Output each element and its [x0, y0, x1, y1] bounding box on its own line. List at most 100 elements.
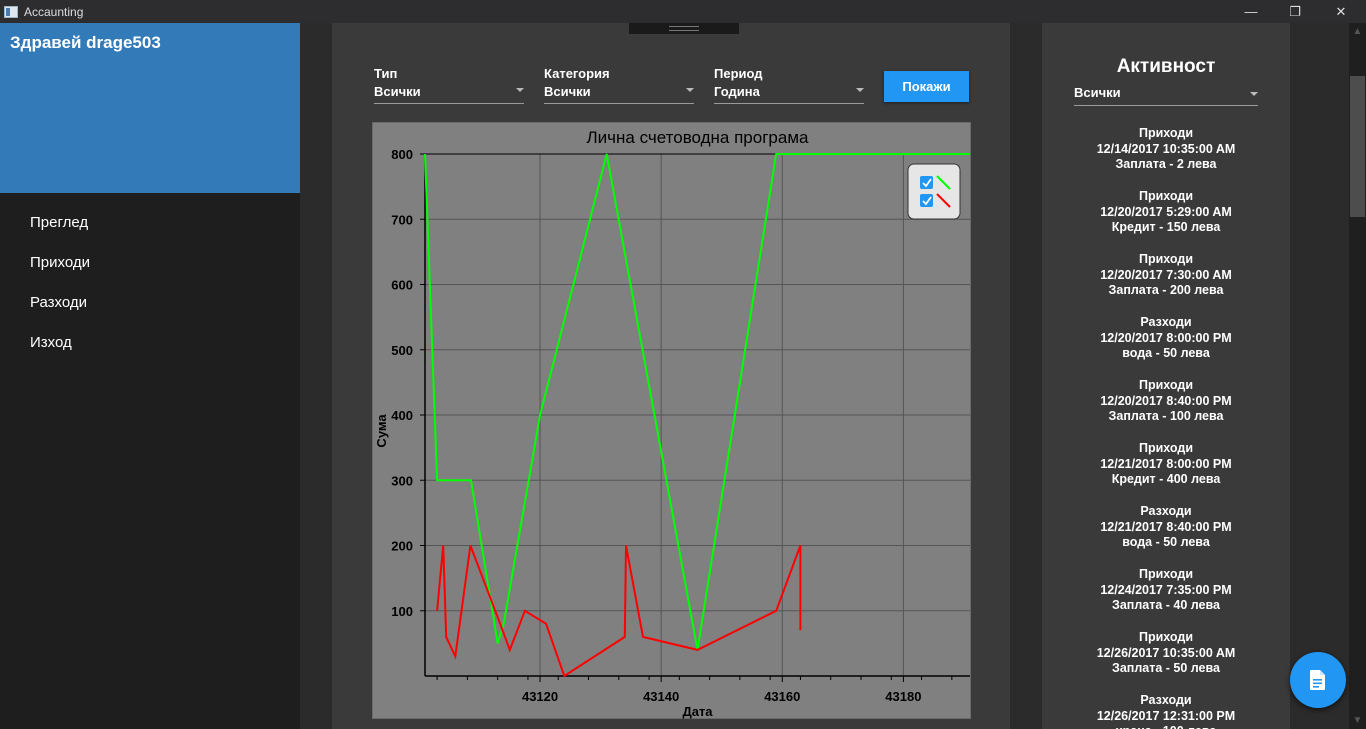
activity-item-desc: Заплата - 50 лева — [1112, 661, 1220, 676]
y-tick-label: 400 — [391, 408, 413, 423]
y-tick-label: 700 — [391, 212, 413, 227]
x-tick-label: 43180 — [885, 689, 921, 704]
activity-item: Разходи12/26/2017 12:31:00 PMхрана - 100… — [1042, 693, 1290, 729]
window-titlebar: Accaunting — ❐ ✕ — [0, 0, 1366, 23]
sidebar-item-expenses[interactable]: Разходи — [0, 283, 300, 323]
activity-panel: Активност Всички Приходи 12/14/2017 10:35… — [1042, 23, 1290, 729]
legend-checkbox-0 — [920, 176, 933, 189]
activity-item-desc: храна - 100 лева — [1042, 724, 1290, 729]
scroll-up-icon[interactable]: ▲ — [1349, 23, 1366, 40]
sidebar-item-overview[interactable]: Преглед — [0, 203, 300, 243]
activity-title: Активност — [1116, 56, 1216, 77]
chevron-down-icon — [1250, 92, 1258, 96]
y-tick-label: 100 — [391, 604, 413, 619]
activity-item-type: Приходи — [1138, 441, 1194, 455]
maximize-button[interactable]: ❐ — [1272, 0, 1318, 23]
greeting-text: Здравей drage503 — [10, 33, 161, 52]
activity-filter-select[interactable]: Всички — [1074, 84, 1258, 106]
activity-item-desc: Заплата - 40 лева — [1112, 598, 1220, 613]
category-filter[interactable]: Категория Всички — [544, 66, 694, 110]
activity-item-date: 12/26/2017 10:35:00 AM — [1096, 645, 1236, 660]
x-tick-label: 43140 — [643, 689, 679, 704]
chevron-down-icon — [516, 88, 524, 92]
activity-item-date: 12/21/2017 8:40:00 PM — [1100, 519, 1232, 534]
app-icon — [4, 5, 18, 18]
drawer-grip-handle[interactable] — [629, 23, 739, 34]
activity-item-date: 12/20/2017 8:00:00 PM — [1100, 330, 1232, 345]
sidebar-header: Здравей drage503 — [0, 23, 300, 193]
y-tick-label: 200 — [391, 539, 413, 554]
close-button[interactable]: ✕ — [1318, 0, 1364, 23]
period-filter-select[interactable]: Година — [714, 82, 864, 104]
type-filter[interactable]: Тип Всички — [374, 66, 524, 110]
y-tick-label: 300 — [391, 473, 413, 488]
activity-item-desc: Заплата - 2 лева — [1115, 157, 1217, 172]
activity-item-date: 12/21/2017 8:00:00 PM — [1100, 456, 1232, 471]
type-filter-select[interactable]: Всички — [374, 82, 524, 104]
activity-item-type: Приходи — [1138, 567, 1194, 581]
period-filter-label: Период — [714, 66, 763, 81]
activity-item-desc: Кредит - 150 лева — [1111, 220, 1221, 235]
document-icon — [1310, 670, 1325, 690]
activity-item-desc: вода - 50 лева — [1122, 535, 1210, 550]
activity-item: Приходи 12/20/2017 5:29:00 AM Кредит - 150… — [1042, 189, 1290, 252]
sidebar-nav: Преглед Приходи Разходи Изход — [0, 193, 300, 363]
activity-item-type: Приходи — [1138, 252, 1194, 266]
y-tick-label: 600 — [391, 278, 413, 293]
activity-item-desc: Заплата - 200 лева — [1108, 283, 1224, 298]
sidebar-item-exit[interactable]: Изход — [0, 323, 300, 363]
category-filter-label: Категория — [544, 66, 610, 81]
period-filter[interactable]: Период Година — [714, 66, 864, 110]
activity-item: Приходи 12/20/2017 7:30:00 AM Заплата - 20… — [1042, 252, 1290, 315]
chevron-down-icon — [856, 88, 864, 92]
x-tick-label: 43160 — [764, 689, 800, 704]
activity-item-desc: Кредит - 400 лева — [1111, 472, 1221, 487]
y-tick-label: 800 — [391, 147, 413, 162]
activity-item: Приходи 12/26/2017 10:35:00 AM Заплата - 5… — [1042, 630, 1290, 693]
activity-item-type: Разходи — [1140, 504, 1192, 518]
activity-item-type: Приходи — [1138, 126, 1194, 140]
legend-checkbox-1 — [920, 194, 933, 207]
activity-item-type: Приходи — [1138, 378, 1194, 392]
activity-item-type: Приходи — [1138, 630, 1194, 644]
report-fab-button[interactable] — [1290, 652, 1346, 708]
activity-item-desc: вода - 50 лева — [1122, 346, 1210, 361]
x-axis-label: Дата — [682, 704, 713, 719]
sidebar-item-income[interactable]: Приходи — [0, 243, 300, 283]
activity-item: Приходи 12/21/2017 8:00:00 PM Кредит - 400… — [1042, 441, 1290, 504]
activity-list: Приходи 12/14/2017 10:35:00 AM Заплата - 2… — [1042, 126, 1290, 729]
sidebar: Здравей drage503 Преглед Приходи Разходи… — [0, 23, 300, 729]
activity-item-date: 12/14/2017 10:35:00 AM — [1096, 141, 1236, 156]
activity-item-type: Приходи — [1138, 189, 1194, 203]
activity-filter-value: Всички — [1074, 85, 1121, 100]
category-filter-select[interactable]: Всички — [544, 82, 694, 104]
window-title: Accaunting — [24, 4, 84, 19]
series-line-0 — [424, 153, 970, 651]
chart-title: Лична счетоводна програма — [587, 128, 810, 147]
y-axis-label: Сума — [374, 414, 389, 448]
line-chart: Лична счетоводна програма 100 200 300 400 500… — [372, 122, 971, 719]
activity-item: Приходи 12/24/2017 7:35:00 PM Заплата - 40… — [1042, 567, 1290, 630]
activity-item-date: 12/20/2017 5:29:00 AM — [1100, 204, 1232, 219]
scroll-down-icon[interactable]: ▼ — [1349, 712, 1366, 729]
activity-item-date: 12/20/2017 7:30:00 AM — [1100, 267, 1232, 282]
activity-item: Разходи 12/20/2017 8:00:00 PM вода - 50 ле… — [1042, 315, 1290, 378]
activity-item-date: 12/24/2017 7:35:00 PM — [1100, 582, 1232, 597]
chart-legend — [907, 163, 961, 220]
activity-item-desc: Заплата - 100 лева — [1108, 409, 1224, 424]
scroll-thumb[interactable] — [1350, 76, 1365, 217]
activity-item: Приходи 12/14/2017 10:35:00 AM Заплата - 2… — [1042, 126, 1290, 189]
scrollbar[interactable]: ▲ ▼ — [1349, 23, 1366, 729]
chart-svg: Лична счетоводна програма 100 200 300 400 500… — [374, 128, 970, 719]
activity-item-type: Разходи — [1140, 693, 1192, 707]
show-button[interactable]: Покажи — [884, 71, 969, 102]
activity-item-date: 12/26/2017 12:31:00 PM — [1096, 708, 1236, 723]
y-tick-label: 500 — [391, 343, 413, 358]
activity-item-date: 12/20/2017 8:40:00 PM — [1100, 393, 1232, 408]
activity-item: Разходи 12/21/2017 8:40:00 PM вода - 50 ле… — [1042, 504, 1290, 567]
type-filter-label: Тип — [374, 66, 398, 81]
activity-item-type: Разходи — [1140, 315, 1192, 329]
activity-item: Приходи 12/20/2017 8:40:00 PM Заплата - 10… — [1042, 378, 1290, 441]
minimize-button[interactable]: — — [1228, 0, 1274, 23]
x-tick-label: 43120 — [522, 689, 558, 704]
